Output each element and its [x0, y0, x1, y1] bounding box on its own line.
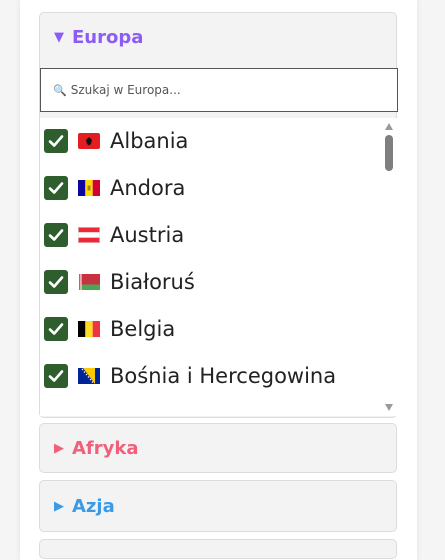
checkbox-checked[interactable] — [44, 364, 68, 388]
section-next-partial[interactable] — [39, 539, 397, 559]
country-name: Albania — [110, 129, 189, 153]
checkbox-checked[interactable] — [44, 129, 68, 153]
checkmark-icon — [48, 370, 64, 382]
list-item[interactable]: Albania — [44, 123, 188, 159]
list-item[interactable]: Belgia — [44, 311, 175, 347]
country-name: Bośnia i Hercegowina — [110, 364, 337, 388]
checkmark-icon — [48, 135, 64, 147]
section-asia-header[interactable]: ▶ Azja — [40, 481, 396, 531]
scroll-down-arrow-icon[interactable] — [385, 404, 393, 411]
section-africa[interactable]: ▶ Afryka — [39, 423, 397, 473]
country-name: Austria — [110, 223, 185, 247]
section-asia[interactable]: ▶ Azja — [39, 480, 397, 532]
continent-filter-panel: ▼ Europa 🔍 Albania — [20, 0, 417, 560]
list-item[interactable]: Austria — [44, 217, 184, 253]
belgium-flag-icon — [78, 321, 100, 337]
country-name: Andora — [110, 176, 186, 200]
country-name: Białoruś — [110, 270, 195, 294]
albania-flag-icon — [78, 133, 100, 149]
country-name: Belgia — [110, 317, 176, 341]
country-list: Albania Andora Austria Białoruś Belgia B… — [40, 118, 398, 416]
list-scrollbar[interactable] — [382, 118, 396, 416]
checkmark-icon — [48, 323, 64, 335]
search-icon: 🔍 — [53, 83, 67, 97]
section-africa-label: Afryka — [72, 437, 139, 459]
section-africa-header[interactable]: ▶ Afryka — [40, 424, 396, 472]
section-europe: ▼ Europa 🔍 Albania — [39, 12, 398, 418]
bosnia-flag-icon — [78, 368, 100, 384]
scrollbar-thumb[interactable] — [385, 135, 393, 171]
section-europe-header[interactable]: ▼ Europa — [40, 13, 396, 61]
scroll-up-arrow-icon[interactable] — [385, 123, 393, 130]
checkmark-icon — [48, 229, 64, 241]
list-item[interactable]: Bośnia i Hercegowina — [44, 358, 336, 394]
andorra-flag-icon — [78, 180, 100, 196]
checkbox-checked[interactable] — [44, 223, 68, 247]
triangle-right-icon: ▶ — [54, 498, 64, 514]
section-europe-label: Europa — [72, 26, 144, 48]
checkmark-icon — [48, 276, 64, 288]
list-item[interactable]: Andora — [44, 170, 185, 206]
checkmark-icon — [48, 182, 64, 194]
checkbox-checked[interactable] — [44, 176, 68, 200]
search-input[interactable] — [70, 83, 371, 97]
country-search-field[interactable]: 🔍 — [40, 68, 398, 112]
triangle-right-icon: ▶ — [54, 440, 64, 456]
list-item[interactable]: Białoruś — [44, 264, 195, 300]
checkbox-checked[interactable] — [44, 317, 68, 341]
austria-flag-icon — [78, 227, 100, 243]
section-asia-label: Azja — [72, 495, 115, 517]
checkbox-checked[interactable] — [44, 270, 68, 294]
belarus-flag-icon — [78, 274, 100, 290]
triangle-down-icon: ▼ — [54, 29, 64, 45]
